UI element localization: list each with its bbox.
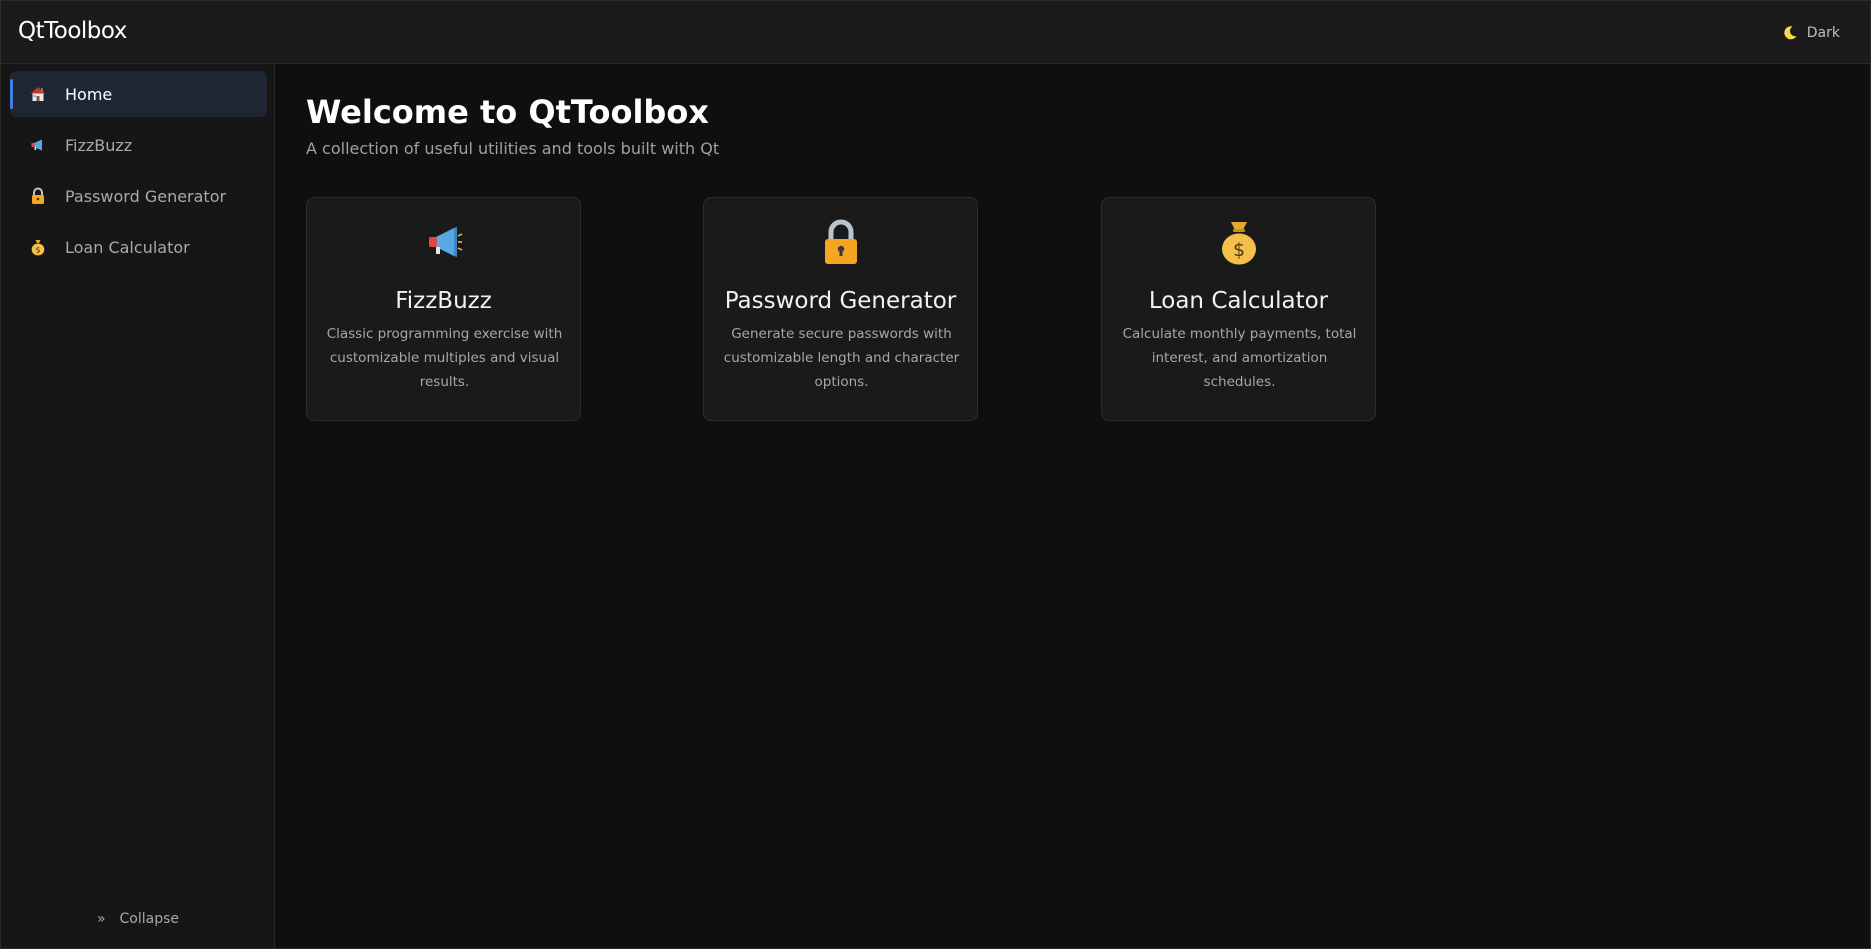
collapse-button[interactable]: » Collapse [1, 908, 275, 930]
sidebar-item-loan-calculator[interactable]: $ Loan Calculator [10, 224, 267, 270]
lock-icon [704, 218, 977, 266]
page-title: Welcome to QtToolbox [306, 93, 709, 131]
sidebar-item-label: Loan Calculator [65, 237, 190, 257]
double-chevron-right-icon: » [96, 911, 106, 927]
megaphone-icon [307, 218, 580, 266]
card-title: FizzBuzz [395, 288, 492, 314]
card-description: Classic programming exercise with custom… [326, 326, 563, 390]
money-bag-icon: $ [1102, 218, 1375, 266]
svg-text:$: $ [35, 246, 40, 255]
card-title: Loan Calculator [1148, 288, 1329, 314]
card-title: Password Generator [724, 288, 957, 314]
app-window: QtToolbox Dark Home FizzBuzz Password Ge… [0, 0, 1871, 949]
page-subtitle: A collection of useful utilities and too… [306, 139, 720, 158]
tool-card-loan-calculator[interactable]: $ Loan Calculator Calculate monthly paym… [1101, 197, 1376, 421]
tool-card-fizzbuzz[interactable]: FizzBuzz Classic programming exercise wi… [306, 197, 581, 421]
sidebar-item-label: FizzBuzz [65, 135, 133, 155]
collapse-label: Collapse [119, 911, 180, 927]
sidebar: Home FizzBuzz Password Generator $ Loan … [1, 64, 275, 948]
money-bag-icon: $ [28, 237, 48, 257]
card-description: Calculate monthly payments, total intere… [1122, 326, 1357, 390]
lock-icon [28, 186, 48, 206]
megaphone-icon [28, 135, 48, 155]
tool-card-password-generator[interactable]: Password Generator Generate secure passw… [703, 197, 978, 421]
svg-text:$: $ [1232, 239, 1244, 261]
sidebar-item-home[interactable]: Home [10, 71, 267, 117]
card-description: Generate secure passwords with customiza… [723, 326, 960, 390]
sidebar-item-password-generator[interactable]: Password Generator [10, 173, 267, 219]
top-bar: QtToolbox Dark [1, 1, 1870, 64]
theme-toggle-button[interactable]: Dark [1782, 21, 1840, 45]
house-icon [28, 84, 48, 104]
sidebar-item-label: Home [65, 84, 113, 104]
sidebar-item-fizzbuzz[interactable]: FizzBuzz [10, 122, 267, 168]
sidebar-item-label: Password Generator [65, 186, 227, 206]
theme-toggle-label: Dark [1806, 25, 1840, 41]
moon-icon [1782, 25, 1798, 41]
main-content: Welcome to QtToolbox A collection of use… [276, 65, 1870, 948]
app-title: QtToolbox [18, 18, 127, 44]
